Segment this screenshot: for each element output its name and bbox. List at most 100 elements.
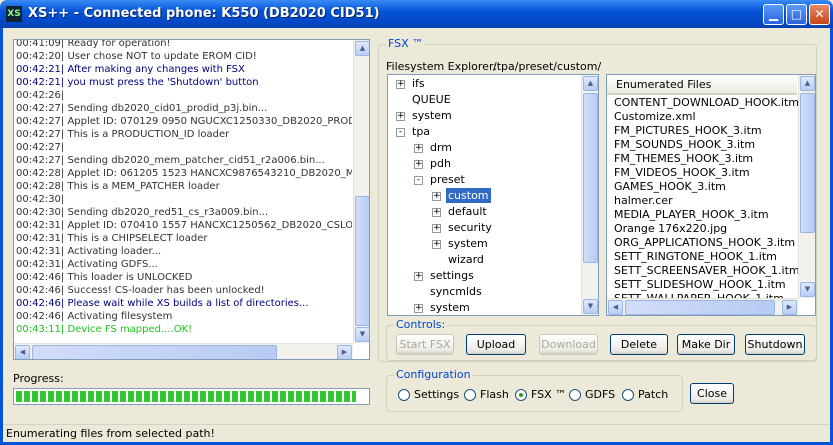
minimize-button[interactable]: ▁: [763, 4, 784, 25]
tree-node-label: security: [448, 221, 492, 234]
tree-node[interactable]: + pdh: [388, 156, 578, 172]
file-item[interactable]: GAMES_HOOK_3.itm: [614, 180, 726, 194]
tree-node[interactable]: + system: [388, 236, 578, 252]
expand-plus-icon[interactable]: +: [396, 80, 405, 89]
scroll-down-icon[interactable]: ▼: [355, 327, 369, 342]
expand-plus-icon[interactable]: +: [414, 272, 423, 281]
tree-node[interactable]: - preset: [388, 172, 578, 188]
delete-button[interactable]: Delete: [610, 334, 668, 355]
shutdown-button[interactable]: Shutdown: [745, 334, 805, 355]
log-scroll-thumb[interactable]: [355, 196, 369, 326]
expand-plus-icon[interactable]: +: [432, 240, 441, 249]
make-dir-button[interactable]: Make Dir: [677, 334, 735, 355]
log-line: 00:41:09| Ready for operation!: [16, 39, 171, 49]
scroll-left-icon[interactable]: ◀: [15, 345, 30, 359]
file-item[interactable]: FM_THEMES_HOOK_3.itm: [614, 152, 753, 166]
tree-node[interactable]: QUEUE: [388, 92, 578, 108]
files-horizontal-scrollbar[interactable]: ◀ ▶: [607, 298, 798, 315]
tree-node[interactable]: + security: [388, 220, 578, 236]
tree-node-label: default: [448, 205, 487, 218]
patch-radio[interactable]: Patch: [622, 388, 668, 402]
settings-radio[interactable]: Settings: [398, 388, 459, 402]
radio-label: Settings: [414, 388, 460, 401]
expand-plus-icon[interactable]: +: [432, 208, 441, 217]
scroll-up-icon[interactable]: ▲: [355, 41, 369, 56]
expand-plus-icon[interactable]: +: [432, 192, 441, 201]
tree-node[interactable]: - tpa: [388, 124, 578, 140]
expand-plus-icon[interactable]: +: [414, 144, 423, 153]
progress-bar: [13, 388, 370, 405]
file-item[interactable]: SETT_SLIDESHOW_HOOK_1.itm: [614, 278, 786, 292]
tree-node[interactable]: + system: [388, 108, 578, 124]
fsx-group-title: FSX ™: [386, 37, 426, 50]
log-panel[interactable]: 00:41:09| Ready for operation! 00:42:20| …: [13, 39, 370, 360]
scroll-left-icon[interactable]: ◀: [608, 300, 623, 315]
enumerated-files-list[interactable]: Enumerated Files CONTENT_DOWNLOAD_HOOK.i…: [606, 74, 816, 316]
tree-node-label: ifs: [412, 77, 425, 90]
file-item[interactable]: CONTENT_DOWNLOAD_HOOK.itm: [614, 96, 799, 110]
log-horizontal-scrollbar[interactable]: ◀ ▶: [14, 343, 353, 359]
fsx-radio[interactable]: FSX ™: [515, 388, 566, 402]
close-window-button[interactable]: ✕: [809, 4, 830, 25]
file-item[interactable]: MEDIA_PLAYER_HOOK_3.itm: [614, 208, 769, 222]
files-vertical-scrollbar[interactable]: ▲ ▼: [798, 75, 815, 298]
files-hscroll-thumb[interactable]: [625, 300, 775, 315]
radio-circle-icon: [515, 389, 527, 401]
file-item[interactable]: Customize.xml: [614, 110, 696, 124]
scroll-down-icon[interactable]: ▼: [800, 282, 815, 297]
log-line: 00:42:31| Applet ID: 070410 1557 HANCXC1…: [16, 220, 352, 231]
start-fsx-button[interactable]: Start FSX: [396, 334, 454, 355]
expand-plus-icon[interactable]: +: [432, 224, 441, 233]
tree-node[interactable]: + settings: [388, 268, 578, 284]
scroll-up-icon[interactable]: ▲: [583, 76, 598, 91]
gdfs-radio[interactable]: GDFS: [569, 388, 615, 402]
log-line: 00:42:31| Activating loader...: [16, 246, 162, 257]
tree-node[interactable]: + default: [388, 204, 578, 220]
status-bar: Enumerating files from selected path!: [3, 424, 830, 442]
log-line: 00:42:31| Activating GDFS...: [16, 259, 158, 270]
collapse-minus-icon[interactable]: -: [414, 176, 423, 185]
file-item[interactable]: ORG_APPLICATIONS_HOOK_3.itm: [614, 236, 795, 250]
maximize-button[interactable]: □: [786, 4, 807, 25]
file-item[interactable]: FM_SOUNDS_HOOK_3.itm: [614, 138, 755, 152]
scroll-right-icon[interactable]: ▶: [782, 300, 797, 315]
tree-node[interactable]: syncmlds: [388, 284, 578, 300]
file-item[interactable]: SETT_SCREENSAVER_HOOK_1.itm: [614, 264, 800, 278]
download-button[interactable]: Download: [539, 334, 598, 355]
log-line: 00:42:46| This loader is UNLOCKED: [16, 272, 193, 283]
file-item[interactable]: halmer.cer: [614, 194, 673, 208]
expand-plus-icon[interactable]: +: [414, 160, 423, 169]
tree-node-label: preset: [430, 173, 465, 186]
log-vertical-scrollbar[interactable]: ▲ ▼: [353, 40, 369, 343]
file-item[interactable]: FM_PICTURES_HOOK_3.itm: [614, 124, 762, 138]
tree-node[interactable]: + system: [388, 300, 578, 315]
tree-node[interactable]: + custom: [388, 188, 578, 204]
expand-plus-icon[interactable]: +: [414, 304, 423, 313]
file-item[interactable]: SETT_RINGTONE_HOOK_1.itm: [614, 250, 777, 264]
collapse-minus-icon[interactable]: -: [396, 128, 405, 137]
flash-radio[interactable]: Flash: [464, 388, 509, 402]
scroll-down-icon[interactable]: ▼: [583, 299, 598, 314]
tree-node[interactable]: + ifs: [388, 76, 578, 92]
tree-node[interactable]: wizard: [388, 252, 578, 268]
current-path: /tpa/preset/custom/: [493, 60, 602, 73]
title-bar[interactable]: XS XS++ - Connected phone: K550 (DB2020 …: [0, 0, 833, 28]
file-item[interactable]: FM_VIDEOS_HOOK_3.itm: [614, 166, 750, 180]
tree-node[interactable]: + drm: [388, 140, 578, 156]
maximize-icon: □: [790, 7, 803, 21]
tree-scrollbar[interactable]: ▲ ▼: [581, 75, 598, 315]
directory-tree[interactable]: + ifs QUEUE + system - tpa + drm + pdh - preset + cust…: [387, 74, 599, 316]
upload-button[interactable]: Upload: [466, 334, 526, 355]
log-line: 00:43:11| Device FS mapped....OK!: [16, 324, 193, 335]
tree-scroll-thumb[interactable]: [583, 93, 598, 263]
radio-circle-icon: [464, 389, 476, 401]
expand-plus-icon[interactable]: +: [396, 112, 405, 121]
files-column-header[interactable]: Enumerated Files: [607, 75, 797, 95]
tree-node-label: tpa: [412, 125, 431, 138]
file-item[interactable]: Orange 176x220.jpg: [614, 222, 727, 236]
scroll-up-icon[interactable]: ▲: [800, 76, 815, 91]
files-scroll-thumb[interactable]: [800, 93, 815, 233]
close-button[interactable]: Close: [690, 383, 734, 404]
scroll-right-icon[interactable]: ▶: [337, 345, 352, 359]
log-hscroll-thumb[interactable]: [32, 345, 277, 359]
